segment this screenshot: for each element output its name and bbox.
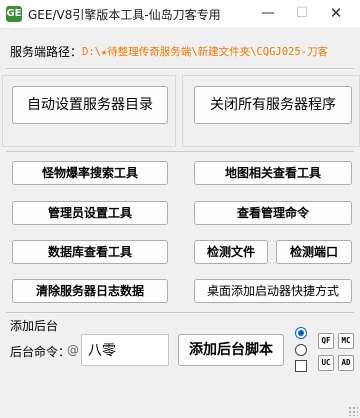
backend-section-label: 添加后台 (10, 319, 59, 333)
ad-button[interactable]: AD (338, 355, 354, 371)
monster-drop-search-button[interactable]: 怪物爆率搜索工具 (12, 161, 168, 185)
divider (6, 312, 354, 313)
server-path-value: D:\★待整理传奇服务端\新建文件夹\CQGJ025-刀客 (82, 46, 329, 58)
clear-server-logs-button[interactable]: 清除服务器日志数据 (12, 279, 168, 303)
view-admin-commands-button[interactable]: 查看管理命令 (194, 201, 352, 225)
close-button[interactable]: ✕ (318, 0, 354, 28)
option-radio-1[interactable] (295, 327, 307, 339)
app-icon: GE (6, 6, 22, 22)
desktop-shortcut-button[interactable]: 桌面添加启动器快捷方式 (194, 279, 352, 303)
backend-cmd-label: 后台命令： (10, 345, 71, 359)
backend-cmd-input[interactable] (81, 334, 169, 366)
option-radio-2[interactable] (295, 344, 307, 356)
check-port-button[interactable]: 检测端口 (276, 240, 352, 264)
qf-button[interactable]: QF (318, 333, 334, 349)
at-icon: @ (67, 343, 79, 357)
check-file-button[interactable]: 检测文件 (194, 240, 268, 264)
resize-grip[interactable] (348, 406, 358, 416)
window-title: GEE/V8引擎版本工具-仙岛刀客专用 (28, 8, 221, 22)
admin-setup-button[interactable]: 管理员设置工具 (12, 201, 168, 225)
divider (6, 151, 354, 152)
server-path-label: 服务端路径： (10, 45, 83, 59)
server-path-row: 服务端路径： D:\★待整理传奇服务端\新建文件夹\CQGJ025-刀客 (0, 38, 360, 62)
minimize-button[interactable]: — (250, 0, 286, 28)
close-all-servers-button[interactable]: 关闭所有服务器程序 (194, 86, 352, 124)
option-checkbox[interactable] (295, 360, 307, 372)
maximize-button[interactable]: ☐ (284, 0, 320, 28)
database-viewer-button[interactable]: 数据库查看工具 (12, 240, 168, 264)
add-backend-script-button[interactable]: 添加后台脚本 (178, 334, 284, 366)
title-bar[interactable]: GE GEE/V8引擎版本工具-仙岛刀客专用 — ☐ ✕ (0, 0, 360, 29)
uc-button[interactable]: UC (318, 355, 334, 371)
auto-set-server-dir-button[interactable]: 自动设置服务器目录 (12, 86, 168, 124)
divider (6, 68, 354, 69)
mc-button[interactable]: MC (338, 333, 354, 349)
map-tool-button[interactable]: 地图相关查看工具 (194, 161, 352, 185)
